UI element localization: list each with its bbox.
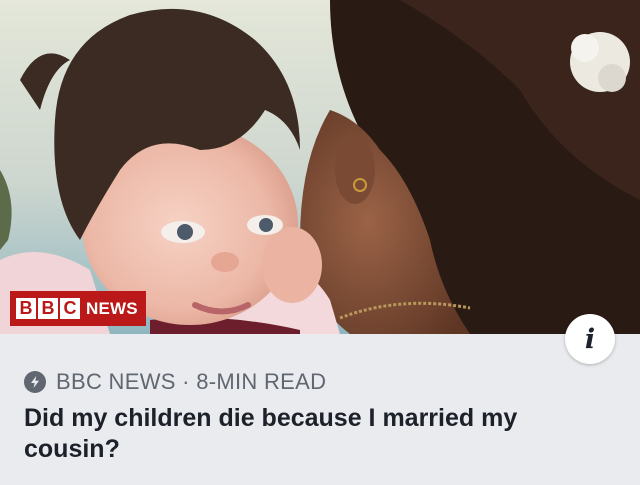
bbc-logo-letter: B bbox=[16, 298, 36, 319]
info-icon: i bbox=[584, 323, 596, 355]
bolt-icon bbox=[24, 371, 46, 393]
bbc-news-logo: B B C NEWS bbox=[10, 291, 146, 326]
info-button[interactable]: i bbox=[565, 314, 615, 364]
article-headline[interactable]: Did my children die because I married my… bbox=[24, 403, 614, 465]
bbc-logo-letter: C bbox=[60, 298, 80, 319]
bbc-logo-news-label: NEWS bbox=[86, 298, 138, 318]
link-preview-card[interactable]: B B C NEWS i BBC NEWS · 8-MIN READ Did m… bbox=[0, 0, 640, 485]
article-photo[interactable]: B B C NEWS bbox=[0, 0, 640, 334]
bbc-logo-letter: B bbox=[38, 298, 58, 319]
source-and-read-time: BBC NEWS · 8-MIN READ bbox=[56, 369, 327, 394]
photo-illustration bbox=[0, 0, 640, 334]
article-meta: BBC NEWS · 8-MIN READ bbox=[24, 368, 326, 396]
bbc-logo-blocks: B B C bbox=[16, 298, 80, 319]
